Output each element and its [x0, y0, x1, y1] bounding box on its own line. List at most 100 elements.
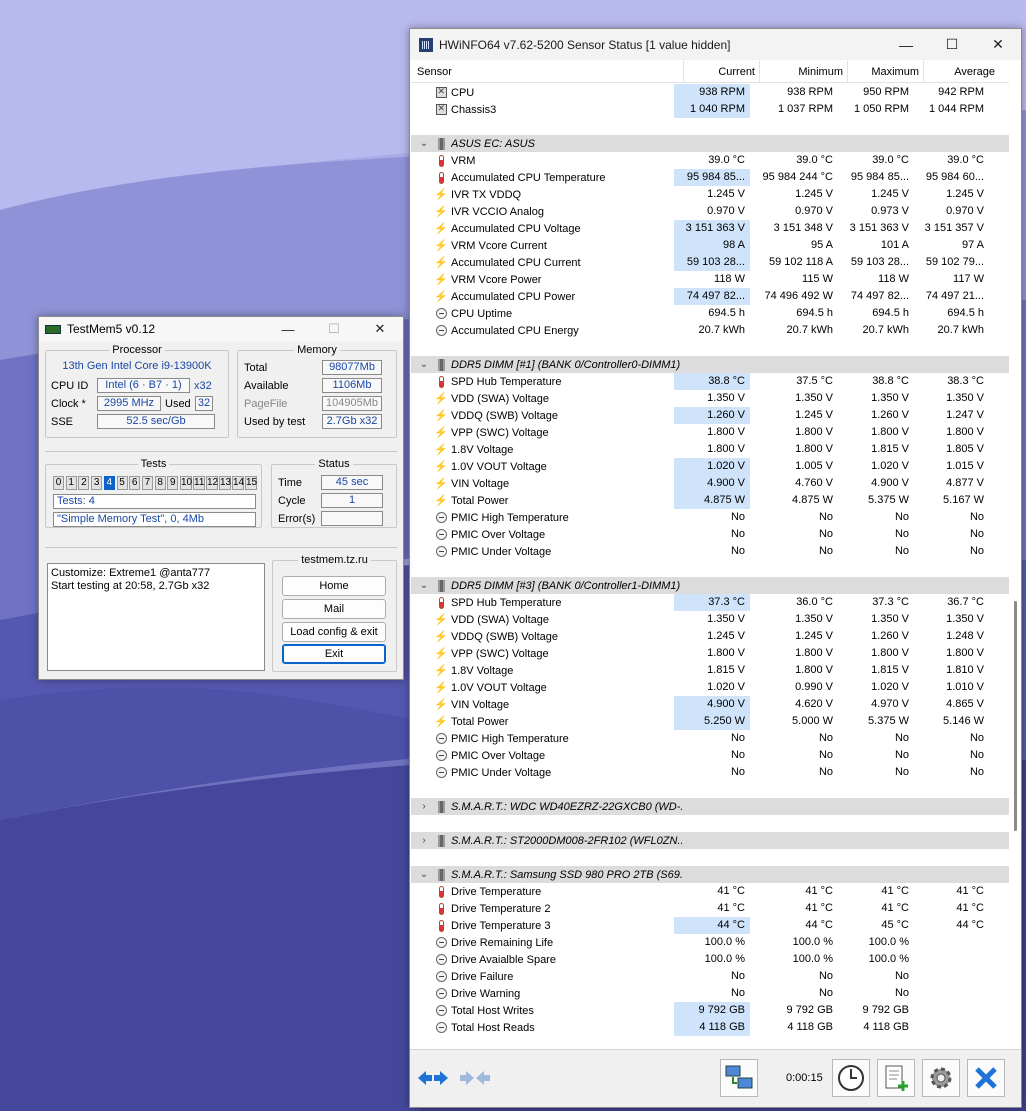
sensor-row[interactable]: CPU 938 RPM 938 RPM 950 RPM 942 RPM: [411, 84, 1009, 101]
sensor-group-row[interactable]: › S.M.A.R.T.: ST2000DM008-2FR102 (WFL0ZN.…: [411, 832, 1009, 849]
sensor-row[interactable]: PMIC High Temperature No No No No: [411, 509, 1009, 526]
current-value: 44 °C: [674, 917, 750, 934]
column-header-maximum[interactable]: Maximum: [848, 61, 924, 83]
sensor-list-scrollbar[interactable]: [1009, 61, 1021, 1049]
column-header-current[interactable]: Current: [684, 61, 760, 83]
sensor-row[interactable]: Accumulated CPU Temperature 95 984 85... 9…: [411, 169, 1009, 186]
sensor-list[interactable]: CPU 938 RPM 938 RPM 950 RPM 942 RPM Chassis3 1…: [411, 84, 1009, 1048]
collapse-all-button[interactable]: [456, 1059, 494, 1097]
settings-button[interactable]: [922, 1059, 960, 1097]
sensor-row[interactable]: Total Host Reads 4 118 GB 4 118 GB 4 118 GB: [411, 1019, 1009, 1036]
sensor-group-row[interactable]: ⌄ DDR5 DIMM [#1] (BANK 0/Controller0-DIMM…: [411, 356, 1009, 373]
sensor-row[interactable]: Drive Warning No No No: [411, 985, 1009, 1002]
sensor-row[interactable]: ⚡ 1.0V VOUT Voltage 1.020 V 1.005 V 1.020 V 1…: [411, 458, 1009, 475]
average-value: No: [969, 528, 984, 540]
sensor-row[interactable]: ⚡ VDD (SWA) Voltage 1.350 V 1.350 V 1.350 V 1…: [411, 390, 1009, 407]
close-icon[interactable]: ✕: [975, 29, 1021, 60]
sensor-row[interactable]: PMIC Under Voltage No No No No: [411, 764, 1009, 781]
sensor-row[interactable]: PMIC Over Voltage No No No No: [411, 526, 1009, 543]
sensor-row[interactable]: ⚡ 1.8V Voltage 1.815 V 1.800 V 1.815 V 1.810 …: [411, 662, 1009, 679]
sensor-row[interactable]: SPD Hub Temperature 38.8 °C 37.5 °C 38.8 °C…: [411, 373, 1009, 390]
minimum-value: No: [818, 970, 833, 982]
sensor-row[interactable]: PMIC Over Voltage No No No No: [411, 747, 1009, 764]
expand-chevron-icon[interactable]: ›: [417, 835, 431, 846]
expand-collapse-all-button[interactable]: [414, 1059, 452, 1097]
maximize-icon[interactable]: ☐: [929, 29, 975, 60]
sensor-row[interactable]: ⚡ Accumulated CPU Power 74 497 82... 74 496…: [411, 288, 1009, 305]
sensor-row[interactable]: Drive Avaialble Spare 100.0 % 100.0 % 100.0…: [411, 951, 1009, 968]
sensor-row[interactable]: ⚡ VDD (SWA) Voltage 1.350 V 1.350 V 1.350 V 1…: [411, 611, 1009, 628]
average-value: [914, 1019, 989, 1036]
sensor-row[interactable]: PMIC Under Voltage No No No No: [411, 543, 1009, 560]
sensor-row[interactable]: ⚡ VDDQ (SWB) Voltage 1.245 V 1.245 V 1.260 V…: [411, 628, 1009, 645]
sensor-row[interactable]: Drive Temperature 41 °C 41 °C 41 °C 41 °C: [411, 883, 1009, 900]
expand-chevron-icon[interactable]: ›: [417, 801, 431, 812]
timer-button[interactable]: [832, 1059, 870, 1097]
sensor-row[interactable]: ⚡ VPP (SWC) Voltage 1.800 V 1.800 V 1.800 V 1…: [411, 424, 1009, 441]
sensor-row[interactable]: ⚡ 1.8V Voltage 1.800 V 1.800 V 1.815 V 1.805 …: [411, 441, 1009, 458]
sensor-row[interactable]: Drive Temperature 3 44 °C 44 °C 45 °C 44 °C: [411, 917, 1009, 934]
bolt-icon: ⚡: [434, 291, 448, 303]
chip-icon: [435, 137, 447, 150]
close-sensors-button[interactable]: [967, 1059, 1005, 1097]
sensor-group-row[interactable]: ⌄ S.M.A.R.T.: Samsung SSD 980 PRO 2TB (S6…: [411, 866, 1009, 883]
sensor-label: IVR TX VDDQ: [451, 188, 522, 201]
log-output[interactable]: Customize: Extreme1 @anta777 Start testi…: [47, 563, 265, 671]
sensor-row[interactable]: ⚡ Accumulated CPU Current 59 103 28... 59 1…: [411, 254, 1009, 271]
sensor-row[interactable]: SPD Hub Temperature 37.3 °C 36.0 °C 37.3 °C…: [411, 594, 1009, 611]
blank-row: [411, 815, 1009, 832]
sensor-row[interactable]: ⚡ Accumulated CPU Voltage 3 151 363 V 3 151…: [411, 220, 1009, 237]
home-button[interactable]: Home: [282, 576, 386, 596]
minimum-value: 37.5 °C: [796, 375, 833, 387]
sensor-row[interactable]: ⚡ Total Power 4.875 W 4.875 W 5.375 W 5.167 W: [411, 492, 1009, 509]
site-link[interactable]: testmem.tz.ru: [298, 554, 371, 566]
testmem-titlebar[interactable]: TestMem5 v0.12 — ☐ ✕: [39, 317, 403, 341]
sensor-row[interactable]: VRM 39.0 °C 39.0 °C 39.0 °C 39.0 °C: [411, 152, 1009, 169]
sensor-row[interactable]: ⚡ Total Power 5.250 W 5.000 W 5.375 W 5.146 W: [411, 713, 1009, 730]
sensor-row[interactable]: ⚡ IVR TX VDDQ 1.245 V 1.245 V 1.245 V 1.245 V: [411, 186, 1009, 203]
sensor-row[interactable]: Total Host Writes 9 792 GB 9 792 GB 9 792 G…: [411, 1002, 1009, 1019]
sensor-group-row[interactable]: › S.M.A.R.T.: WDC WD40EZRZ-22GXCB0 (WD-..…: [411, 798, 1009, 815]
sensor-row[interactable]: ⚡ VIN Voltage 4.900 V 4.620 V 4.970 V 4.865 V: [411, 696, 1009, 713]
minimum-value: 1.245 V: [795, 188, 833, 200]
sensor-row[interactable]: Drive Failure No No No: [411, 968, 1009, 985]
logging-button[interactable]: [877, 1059, 915, 1097]
close-icon[interactable]: ✕: [357, 317, 403, 341]
sensor-row[interactable]: ⚡ VIN Voltage 4.900 V 4.760 V 4.900 V 4.877 V: [411, 475, 1009, 492]
scrollbar-thumb[interactable]: [1014, 601, 1017, 831]
minimize-icon[interactable]: —: [265, 317, 311, 341]
sensor-row[interactable]: ⚡ VDDQ (SWB) Voltage 1.260 V 1.245 V 1.260 V…: [411, 407, 1009, 424]
sensor-row[interactable]: ⚡ VPP (SWC) Voltage 1.800 V 1.800 V 1.800 V 1…: [411, 645, 1009, 662]
sensor-row[interactable]: Drive Temperature 2 41 °C 41 °C 41 °C 41 °C: [411, 900, 1009, 917]
sensor-row[interactable]: Chassis3 1 040 RPM 1 037 RPM 1 050 RPM 1 044…: [411, 101, 1009, 118]
average-value: [914, 934, 989, 951]
column-header-sensor[interactable]: Sensor: [411, 61, 684, 83]
hwinfo-titlebar[interactable]: HWiNFO64 v7.62-5200 Sensor Status [1 val…: [410, 29, 1021, 60]
sensor-row[interactable]: PMIC High Temperature No No No No: [411, 730, 1009, 747]
load-config-exit-button[interactable]: Load config & exit: [282, 622, 386, 642]
collapse-chevron-icon[interactable]: ⌄: [417, 138, 431, 149]
column-header-average[interactable]: Average: [924, 61, 999, 83]
clock-icon: [435, 732, 447, 745]
collapse-chevron-icon[interactable]: ⌄: [417, 580, 431, 591]
chip-shape: [437, 834, 445, 847]
mail-button[interactable]: Mail: [282, 599, 386, 619]
collapse-chevron-icon[interactable]: ⌄: [417, 359, 431, 370]
network-button[interactable]: [720, 1059, 758, 1097]
sensor-row[interactable]: ⚡ IVR VCCIO Analog 0.970 V 0.970 V 0.973 V 0.…: [411, 203, 1009, 220]
exit-button[interactable]: Exit: [282, 644, 386, 664]
sensor-row[interactable]: ⚡ VRM Vcore Power 118 W 115 W 118 W 117 W: [411, 271, 1009, 288]
sensor-row[interactable]: CPU Uptime 694.5 h 694.5 h 694.5 h 694.5 h: [411, 305, 1009, 322]
column-header-minimum[interactable]: Minimum: [760, 61, 848, 83]
sensor-group-row[interactable]: ⌄ ASUS EC: ASUS: [411, 135, 1009, 152]
collapse-chevron-icon[interactable]: ⌄: [417, 869, 431, 880]
average-value: 1 044 RPM: [928, 103, 984, 115]
sensor-row[interactable]: ⚡ VRM Vcore Current 98 A 95 A 101 A 97 A: [411, 237, 1009, 254]
sensor-row[interactable]: ⚡ 1.0V VOUT Voltage 1.020 V 0.990 V 1.020 V 1…: [411, 679, 1009, 696]
current-value: 95 984 85...: [674, 169, 750, 186]
sensor-group-row[interactable]: ⌄ DDR5 DIMM [#3] (BANK 0/Controller1-DIMM…: [411, 577, 1009, 594]
sensor-row[interactable]: Drive Remaining Life 100.0 % 100.0 % 100.0 …: [411, 934, 1009, 951]
average-value: 117 W: [953, 273, 984, 285]
minimize-icon[interactable]: —: [883, 29, 929, 60]
sensor-row[interactable]: Accumulated CPU Energy 20.7 kWh 20.7 kWh 20…: [411, 322, 1009, 339]
